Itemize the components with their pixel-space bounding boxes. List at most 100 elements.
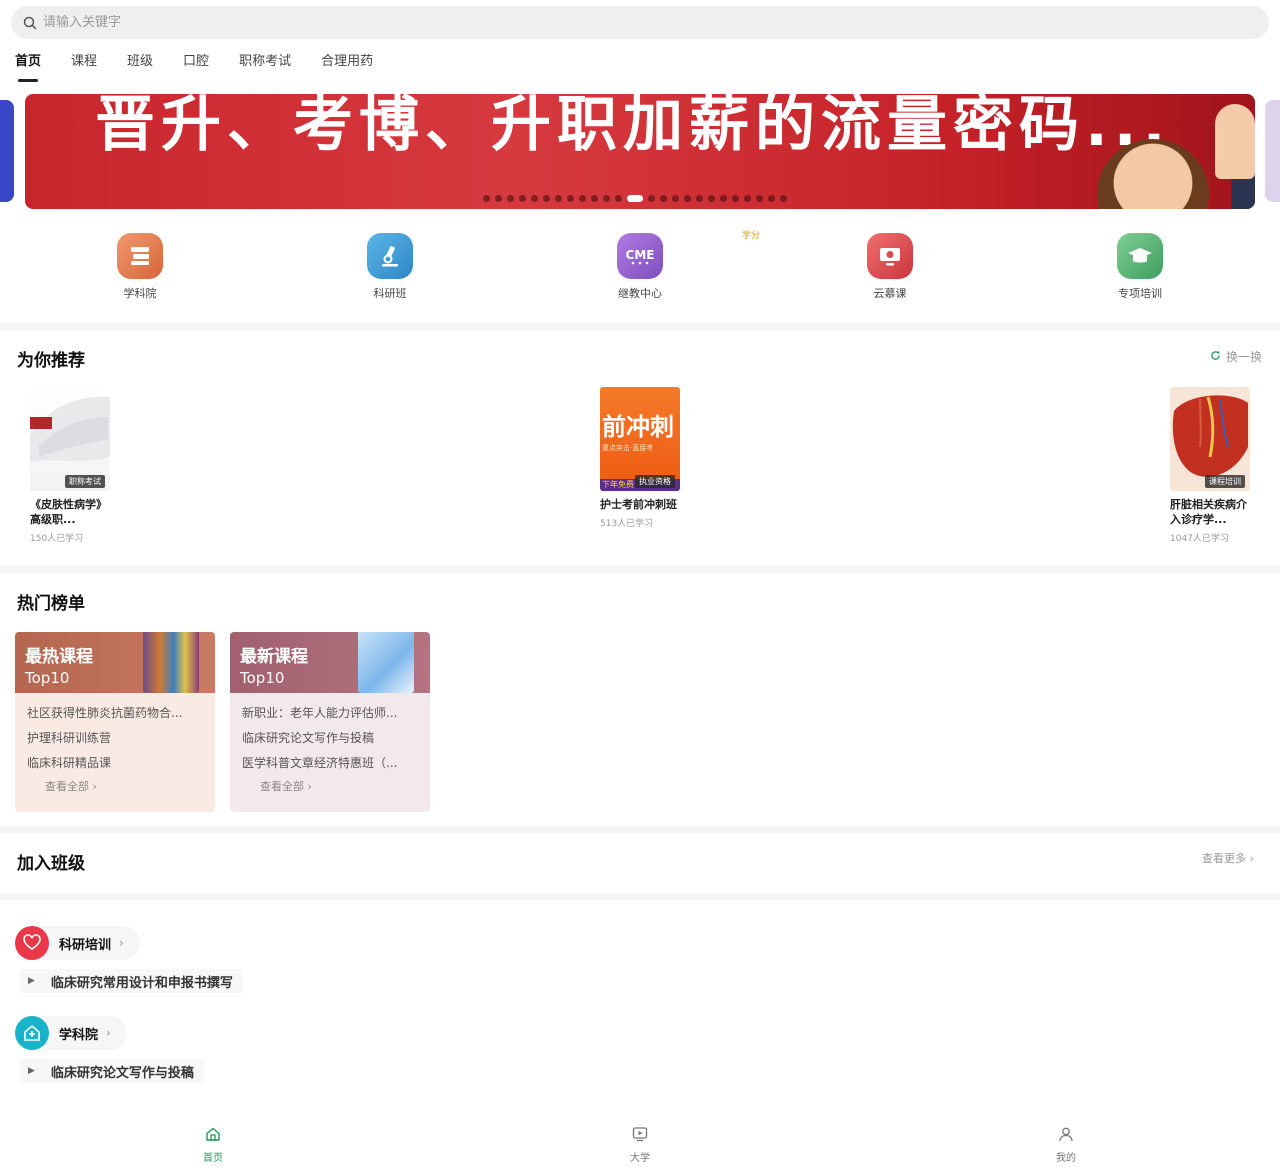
search-icon [21, 14, 39, 32]
carousel-dot[interactable] [660, 195, 667, 202]
carousel-dot[interactable] [780, 195, 787, 202]
promo-banner[interactable]: 晋升、考博、升职加薪的流量密码... [25, 94, 1255, 209]
view-more-link[interactable]: 查看更多 › [1202, 850, 1254, 866]
class-group-label: 科研培训 [59, 937, 112, 953]
nav-mine[interactable]: 我的 [1036, 1126, 1096, 1164]
nav-university[interactable]: 大学 [610, 1126, 670, 1164]
class-group-discipline-academy[interactable]: 学科院 › [15, 1016, 127, 1050]
class-group-label: 学科院 [59, 1027, 99, 1043]
hot-list-item[interactable]: 新职业：老年人能力评估师... [242, 701, 418, 726]
hot-list-header: 最新课程 Top10 [230, 632, 430, 693]
course-tag: 课程培训 [1205, 475, 1245, 488]
next-slide-peek[interactable] [1265, 100, 1280, 202]
cover-subtext: 重点突击·直接考 [602, 444, 654, 452]
carousel-dot[interactable] [708, 195, 715, 202]
cme-icon: CME [617, 233, 663, 279]
chevron-right-icon: › [1249, 852, 1254, 865]
tab-title-exam[interactable]: 职称考试 [239, 52, 291, 82]
play-icon: ▶ [28, 976, 35, 986]
prev-slide-peek[interactable] [0, 100, 14, 202]
banner-illustration-hand [1215, 104, 1255, 179]
lesson-title: 临床研究常用设计和申报书撰写 [50, 975, 233, 991]
book-stack-icon [117, 233, 163, 279]
carousel-dot[interactable] [483, 195, 490, 202]
recommend-card[interactable]: 前冲刺 重点突击·直接考 下年免费 执业资格 护士考前冲刺班 513人已学习 [600, 387, 682, 529]
carousel-dot[interactable] [627, 195, 643, 202]
recommend-card[interactable]: 课程培训 肝脏相关疾病介入诊疗学... 1047人已学习 [1170, 387, 1252, 544]
chevron-right-icon: › [106, 1026, 111, 1040]
search-bar[interactable] [11, 6, 1269, 39]
recommend-card[interactable]: 职称考试 《皮肤性病学》高级职... 150人已学习 [30, 387, 112, 544]
carousel-dot[interactable] [531, 195, 538, 202]
stethoscope-heart-icon [15, 926, 49, 960]
quick-item-research-class[interactable]: 科研班 [340, 233, 440, 301]
classes-title: 加入班级 [17, 854, 85, 874]
hot-list-item[interactable]: 医学科普文章经济特惠班（... [242, 751, 418, 776]
quick-item-label: 云慕课 [873, 287, 907, 300]
carousel-dot[interactable] [744, 195, 751, 202]
tab-home[interactable]: 首页 [15, 52, 41, 82]
bottom-nav: 首页 大学 我的 [0, 1120, 1280, 1167]
hot-list-card[interactable]: 最热课程 Top10 社区获得性肺炎抗菌药物合... 护理科研训练营 临床科研精… [15, 632, 215, 812]
nav-home[interactable]: 首页 [183, 1126, 243, 1164]
course-tag: 执业资格 [635, 475, 675, 488]
refresh-icon [1210, 350, 1221, 364]
tab-dental[interactable]: 口腔 [183, 52, 209, 82]
hot-list-item[interactable]: 社区获得性肺炎抗菌药物合... [27, 701, 203, 726]
refresh-label: 换一换 [1226, 350, 1263, 364]
carousel-dot[interactable] [603, 195, 610, 202]
hot-list-item[interactable]: 临床研究论文写作与投稿 [242, 726, 418, 751]
hot-list-card[interactable]: 最新课程 Top10 新职业：老年人能力评估师... 临床研究论文写作与投稿 医… [230, 632, 430, 812]
carousel-dot[interactable] [756, 195, 763, 202]
carousel-dot[interactable] [684, 195, 691, 202]
carousel-dot[interactable] [567, 195, 574, 202]
refresh-button[interactable]: 换一换 [1210, 348, 1262, 365]
carousel-dot[interactable] [555, 195, 562, 202]
quick-item-cloud-mooc[interactable]: 云慕课 [840, 233, 940, 301]
tab-rational-drug-use[interactable]: 合理用药 [321, 52, 373, 82]
quick-item-label: 专项培训 [1118, 287, 1162, 300]
carousel-dot[interactable] [591, 195, 598, 202]
carousel-dot[interactable] [507, 195, 514, 202]
carousel-dot[interactable] [768, 195, 775, 202]
course-cover: 课程培训 [1170, 387, 1250, 491]
carousel-dot[interactable] [615, 195, 622, 202]
hot-list-cover [143, 632, 199, 693]
carousel-dot[interactable] [579, 195, 586, 202]
carousel-dot[interactable] [696, 195, 703, 202]
tab-classes[interactable]: 班级 [127, 52, 153, 82]
video-screen-icon [632, 1127, 648, 1146]
graduation-cap-icon [1117, 233, 1163, 279]
svg-text:CME: CME [626, 248, 655, 262]
hot-list-cover [358, 632, 414, 693]
quick-item-discipline-academy[interactable]: 学科院 [90, 233, 190, 301]
user-icon [1058, 1127, 1074, 1146]
carousel-dot[interactable] [720, 195, 727, 202]
view-all-link[interactable]: 查看全部 › [45, 778, 203, 794]
class-lesson-item[interactable]: ▶ 临床研究常用设计和申报书撰写 [20, 969, 243, 993]
quick-item-cme-center[interactable]: CME 继教中心 [590, 233, 690, 301]
carousel-dot[interactable] [543, 195, 550, 202]
hot-list-item[interactable]: 护理科研训练营 [27, 726, 203, 751]
section-divider [0, 826, 1280, 833]
medical-house-icon [15, 1016, 49, 1050]
play-icon: ▶ [28, 1066, 35, 1076]
tab-courses[interactable]: 课程 [71, 52, 97, 82]
carousel-dot[interactable] [672, 195, 679, 202]
carousel-dot[interactable] [495, 195, 502, 202]
quick-item-special-training[interactable]: 专项培训 [1090, 233, 1190, 301]
learner-count: 150人已学习 [30, 534, 84, 544]
hot-list-item[interactable]: 临床科研精品课 [27, 751, 203, 776]
home-icon [205, 1127, 221, 1146]
class-group-research-training[interactable]: 科研培训 › [15, 926, 140, 960]
carousel-dot[interactable] [519, 195, 526, 202]
banner-headline: 晋升、考博、升职加薪的流量密码... [95, 94, 1172, 160]
carousel-dot[interactable] [648, 195, 655, 202]
chevron-right-icon: › [119, 936, 124, 950]
search-input[interactable] [43, 15, 643, 30]
class-lesson-item[interactable]: ▶ 临床研究论文写作与投稿 [20, 1059, 204, 1083]
view-all-link[interactable]: 查看全部 › [260, 778, 418, 794]
carousel-dot[interactable] [732, 195, 739, 202]
chevron-right-icon: › [307, 780, 312, 793]
hot-list-header: 最热课程 Top10 [15, 632, 215, 693]
